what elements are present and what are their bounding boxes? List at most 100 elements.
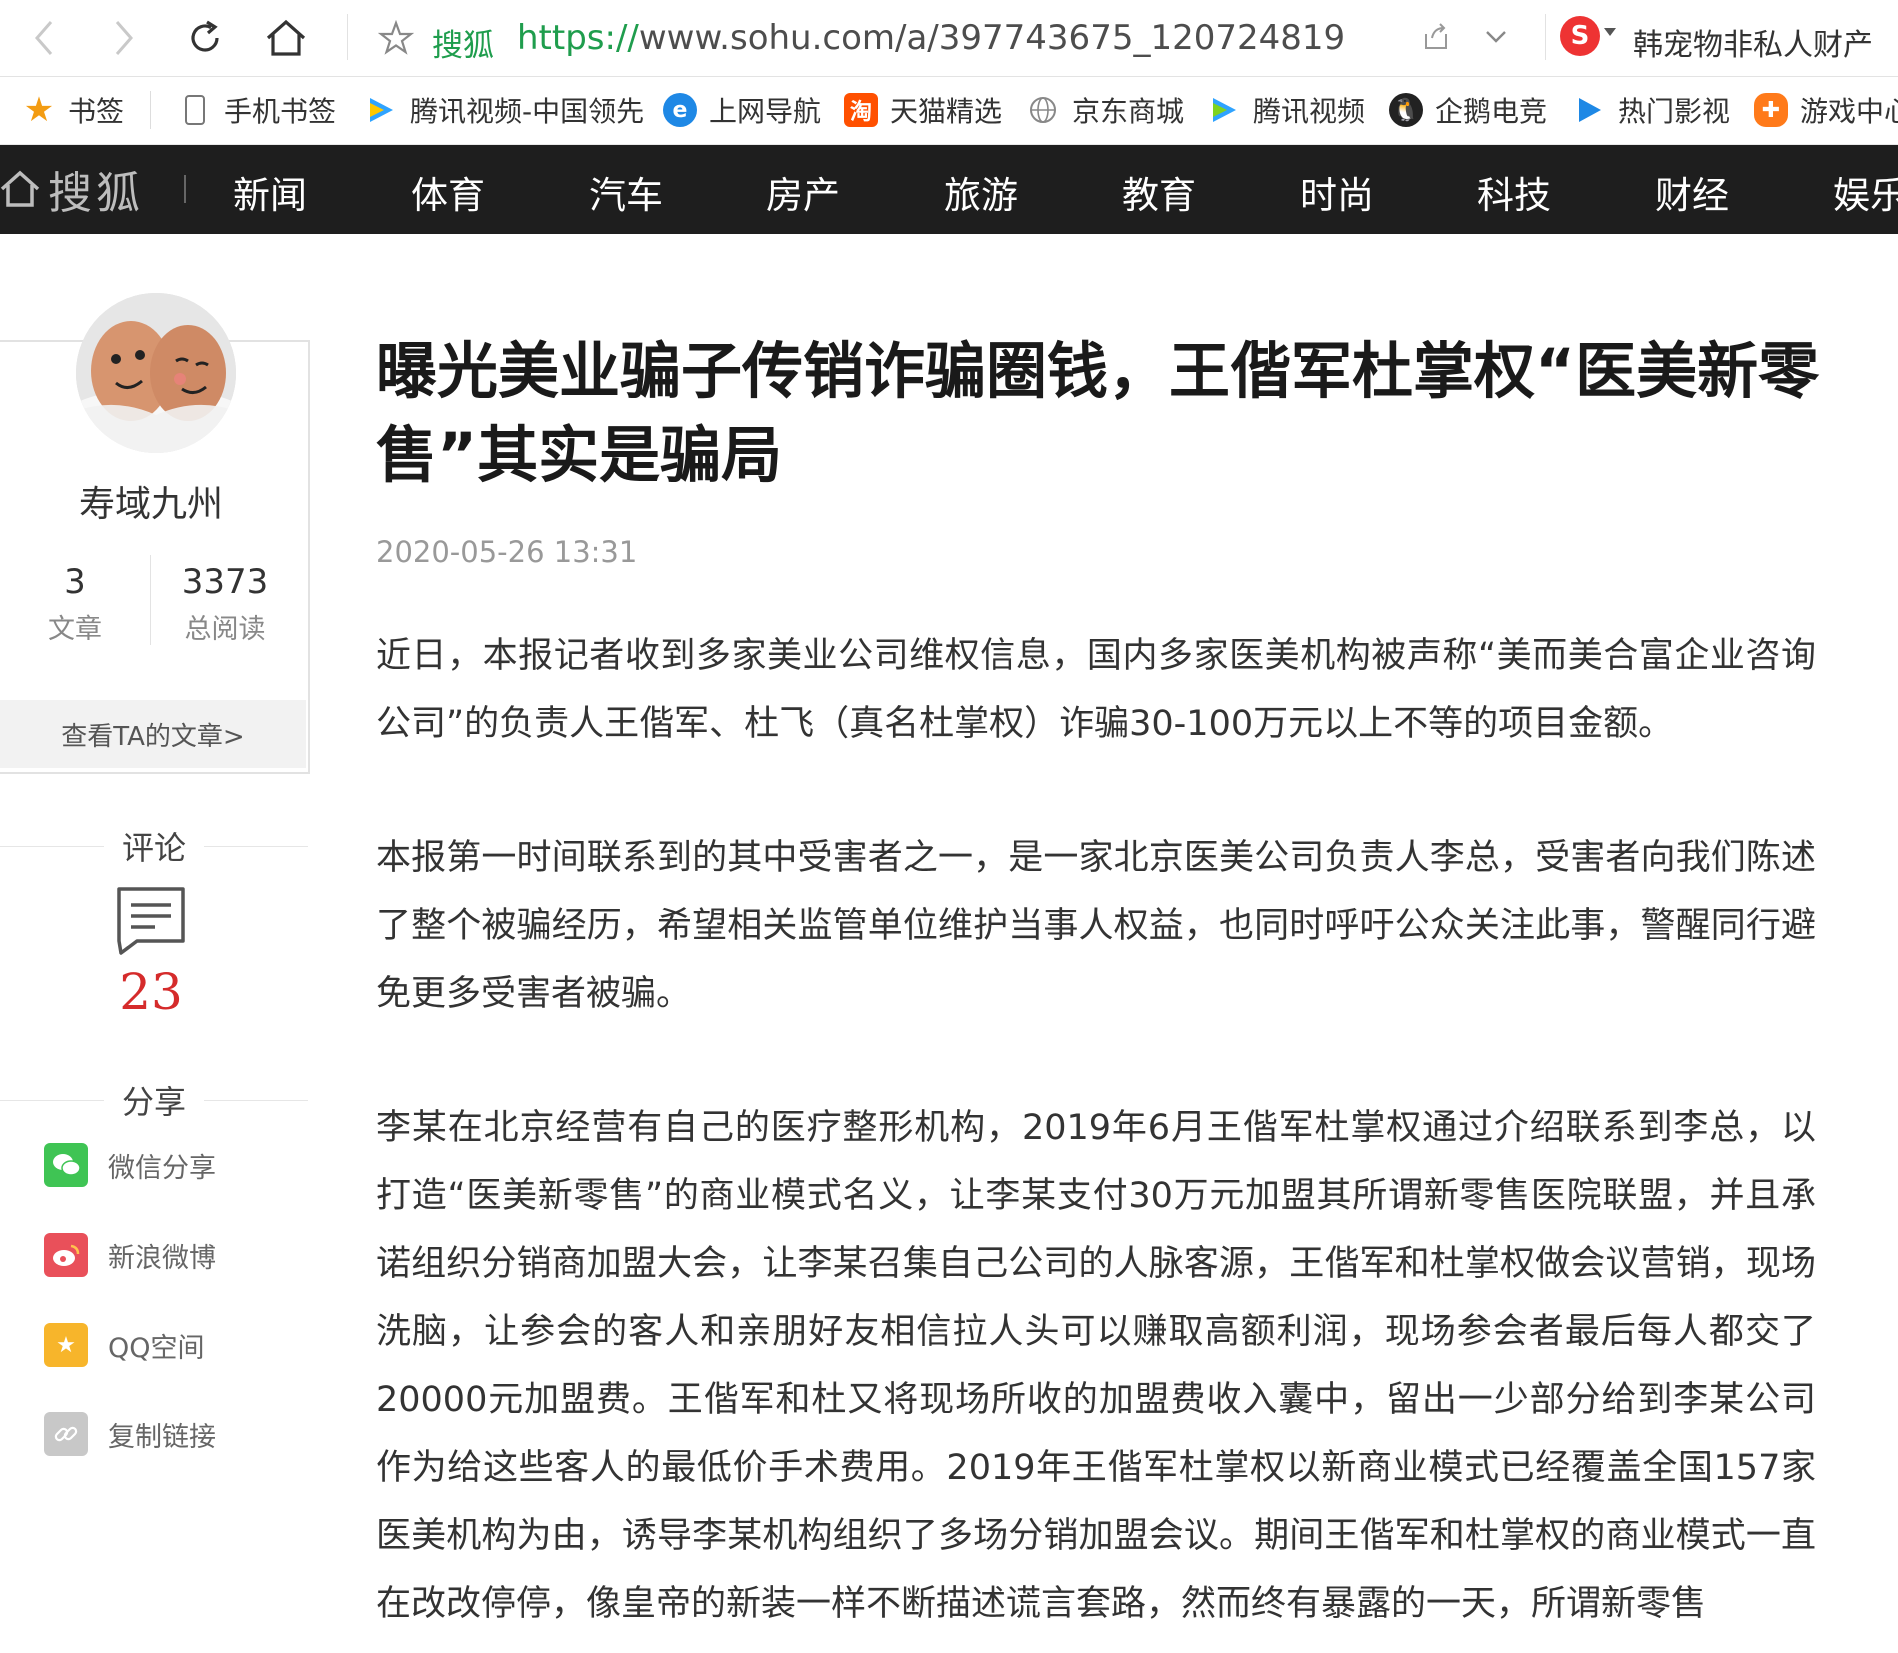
star-icon: ★ (23, 90, 55, 130)
globe-icon (1026, 93, 1060, 127)
reads-label: 总阅读 (184, 614, 266, 645)
divider (184, 175, 186, 203)
search-hint[interactable]: 韩宠物非私人财产 (1633, 20, 1873, 64)
nav-tech[interactable]: 科技 (1477, 165, 1551, 219)
site-tag: 搜狐 (432, 28, 494, 64)
comments-section-title: 评论 (0, 823, 309, 869)
share-label: 新浪微博 (108, 1242, 216, 1274)
browser-address-bar: 搜狐 https://www.sohu.com/a/397743675_1207… (0, 0, 1898, 77)
reads-count: 3373 (181, 562, 269, 602)
ie-icon: e (663, 93, 697, 127)
article-title: 曝光美业骗子传销诈骗圈钱，王偕军杜掌权“医美新零售”其实是骗局 (376, 336, 1820, 491)
home-icon (266, 19, 306, 56)
bookmark-item[interactable]: ✚ 游戏中心 (1754, 90, 1898, 130)
phone-icon (178, 93, 212, 127)
bookmark-item[interactable]: 腾讯视频 (1207, 90, 1365, 130)
bookmark-label: 企鹅电竞 (1435, 95, 1548, 128)
bookmark-item[interactable]: e 上网导航 (663, 90, 821, 130)
bookmark-item[interactable]: 手机书签 (178, 90, 336, 130)
url-path: www.sohu.com/a/397743675_120724819 (638, 18, 1346, 58)
bookmark-label: 腾讯视频-中国领先 (410, 95, 645, 128)
tencent-video-icon (1207, 93, 1241, 127)
bookmark-label: 手机书签 (224, 95, 337, 128)
articles-label: 文章 (48, 614, 102, 645)
share-wechat-button[interactable]: 微信分享 (44, 1142, 216, 1188)
link-icon (44, 1412, 88, 1456)
nav-entertainment[interactable]: 娱乐 (1833, 165, 1898, 219)
eggs-avatar-image (76, 293, 236, 453)
bookmarks-bar: ★ 书签 手机书签 腾讯视频-中国领先 e 上网导航 淘 天猫精选 京东商城 腾… (0, 77, 1898, 145)
penguin-icon: 🐧 (1389, 93, 1423, 127)
sohu-logo[interactable]: 搜狐 (0, 157, 144, 221)
share-weibo-button[interactable]: 新浪微博 (44, 1232, 216, 1278)
bookmark-item[interactable]: ★ 书签 (22, 90, 124, 130)
article-paragraph: 本报第一时间联系到的其中受害者之一，是一家北京医美公司负责人李总，受害者向我们陈… (376, 838, 1816, 1014)
chevron-down-icon (1486, 31, 1506, 43)
nav-auto[interactable]: 汽车 (589, 165, 663, 219)
share-qzone-button[interactable]: ★ QQ空间 (44, 1322, 205, 1368)
divider (347, 14, 348, 60)
bookmark-item[interactable]: 京东商城 (1026, 90, 1184, 130)
bookmark-star-button[interactable] (377, 19, 415, 60)
articles-count: 3 (64, 562, 86, 602)
nav-realestate[interactable]: 房产 (766, 165, 840, 219)
comment-count[interactable]: 23 (0, 963, 302, 1021)
nav-finance[interactable]: 财经 (1655, 165, 1729, 219)
comment-icon (117, 887, 185, 955)
bookmark-item[interactable]: 🐧 企鹅电竞 (1389, 90, 1547, 130)
reload-button[interactable] (181, 14, 229, 62)
nav-sports[interactable]: 体育 (411, 165, 485, 219)
bookmark-label: 上网导航 (709, 95, 822, 128)
divider (204, 845, 309, 847)
divider (1545, 14, 1546, 60)
forward-button[interactable] (100, 14, 148, 62)
divider (0, 1099, 104, 1101)
caret-down-icon[interactable] (1604, 28, 1616, 36)
share-label: QQ空间 (108, 1332, 205, 1364)
divider (150, 91, 151, 129)
share-icon (1425, 23, 1447, 49)
article-date: 2020-05-26 13:31 (376, 535, 638, 569)
divider (0, 845, 104, 847)
bookmark-item[interactable]: 热门影视 (1572, 90, 1730, 130)
search-engine-icon[interactable]: S (1560, 16, 1600, 56)
qzone-icon: ★ (44, 1323, 88, 1367)
share-section-title: 分享 (0, 1077, 309, 1123)
article-paragraph: 李某在北京经营有自己的医疗整形机构，2019年6月王偕军杜掌权通过介绍联系到李总… (376, 1108, 1816, 1624)
star-outline-icon (377, 19, 415, 55)
chevron-left-icon (35, 21, 53, 55)
bookmark-item[interactable]: 腾讯视频-中国领先 (364, 90, 644, 130)
view-articles-link[interactable]: 查看TA的文章> (0, 700, 306, 768)
bookmark-label: 书签 (68, 95, 125, 128)
wechat-icon (44, 1143, 88, 1187)
chevron-right-icon (115, 21, 133, 55)
url-protocol: https:// (517, 18, 639, 58)
author-name[interactable]: 寿域九州 (0, 475, 302, 527)
bookmark-label: 热门影视 (1618, 95, 1731, 128)
play-icon (1572, 93, 1606, 127)
url-dropdown-button[interactable] (1482, 22, 1510, 54)
copy-link-button[interactable]: 复制链接 (44, 1411, 216, 1457)
share-button[interactable] (1420, 20, 1452, 56)
comment-button[interactable] (115, 885, 187, 961)
divider (150, 555, 151, 645)
nav-education[interactable]: 教育 (1122, 165, 1196, 219)
back-button[interactable] (20, 14, 68, 62)
site-nav-bar: 搜狐 新闻 体育 汽车 房产 旅游 教育 时尚 科技 财经 娱乐 (0, 145, 1898, 234)
bookmark-label: 腾讯视频 (1253, 95, 1366, 128)
url-field[interactable]: https://www.sohu.com/a/397743675_1207248… (517, 18, 1345, 58)
reload-icon (191, 20, 219, 52)
bookmark-item[interactable]: 淘 天猫精选 (844, 90, 1002, 130)
article-paragraph: 近日，本报记者收到多家美业公司维权信息，国内多家医美机构被声称“美而美合富企业咨… (376, 636, 1816, 744)
nav-travel[interactable]: 旅游 (944, 165, 1018, 219)
taobao-icon: 淘 (844, 93, 878, 127)
home-icon (0, 170, 40, 207)
nav-fashion[interactable]: 时尚 (1300, 165, 1374, 219)
avatar[interactable] (76, 293, 236, 453)
share-title: 分享 (122, 1083, 187, 1121)
bookmark-label: 游戏中心 (1800, 95, 1898, 128)
home-button[interactable] (262, 14, 310, 62)
comments-title: 评论 (122, 829, 187, 867)
divider (204, 1099, 309, 1101)
nav-news[interactable]: 新闻 (233, 165, 307, 219)
